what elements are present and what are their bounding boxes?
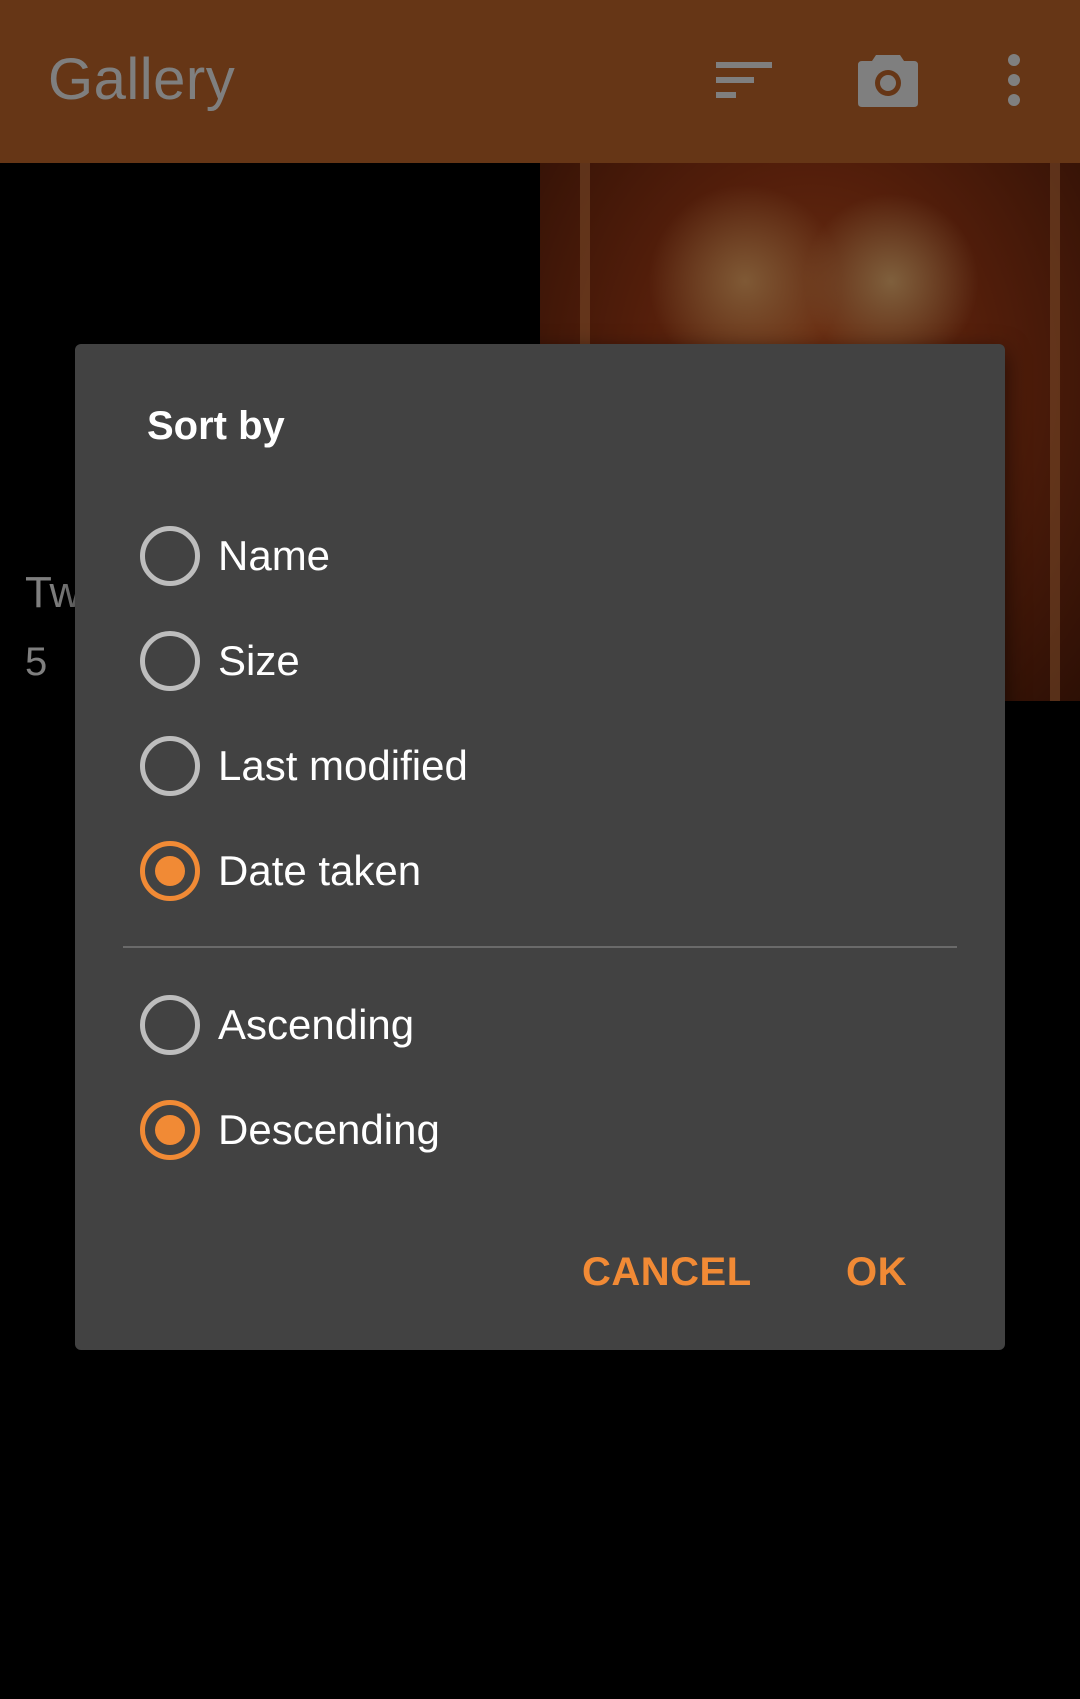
gallery-screen: Gallery Tw 5 [0,0,1080,1699]
order-option-ascending[interactable]: Ascending [140,980,940,1070]
radio-button[interactable] [140,995,200,1055]
radio-button[interactable] [140,526,200,586]
radio-button-checked[interactable] [140,841,200,901]
option-label: Last modified [218,742,468,789]
sort-dialog: Sort by Name Size Last modified Date tak… [75,344,1005,1350]
sort-option-date-taken[interactable]: Date taken [140,826,940,916]
sort-option-size[interactable]: Size [140,616,940,706]
option-label: Name [218,532,331,579]
ok-button[interactable]: OK [846,1232,907,1312]
cancel-button[interactable]: CANCEL [582,1232,752,1312]
option-label: Size [218,637,300,684]
sort-option-last-modified[interactable]: Last modified [140,721,940,811]
dialog-title: Sort by [147,404,285,448]
sort-option-name[interactable]: Name [140,511,940,601]
option-label: Date taken [218,847,422,894]
option-label: Descending [218,1106,440,1153]
option-label: Ascending [218,1001,415,1048]
radio-button[interactable] [140,631,200,691]
order-option-descending[interactable]: Descending [140,1085,940,1175]
radio-button[interactable] [140,736,200,796]
divider [123,946,957,948]
radio-button-checked[interactable] [140,1100,200,1160]
